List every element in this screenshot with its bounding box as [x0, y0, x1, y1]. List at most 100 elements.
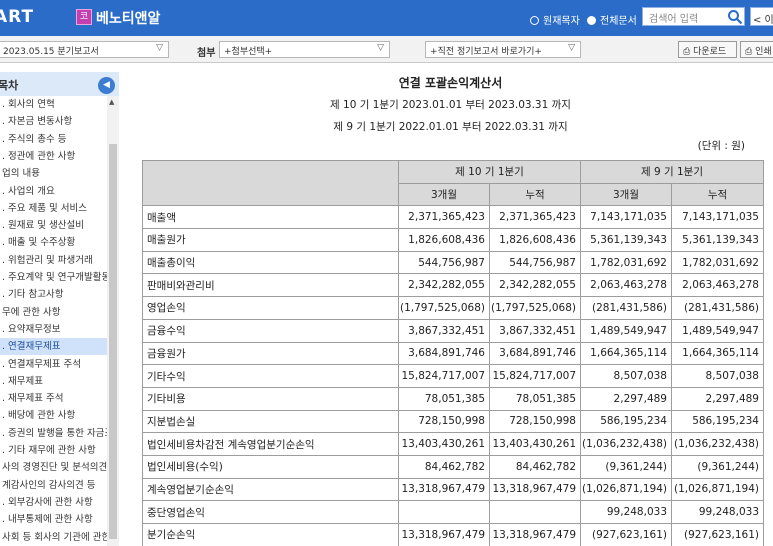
- amount-cell: (1,026,871,194): [671, 477, 764, 502]
- account-name: 매출총이익: [142, 250, 399, 275]
- amount-cell: 1,782,031,692: [671, 250, 764, 275]
- amount-cell: 15,824,717,007: [398, 364, 490, 388]
- amount-cell: 1,664,365,114: [671, 341, 764, 366]
- sidebar-toc: 목차 ◀ . 회사의 연혁. 자본금 변동사항. 주식의 총수 등. 정관에 관…: [0, 72, 119, 546]
- account-name: 계속영업분기순손익: [142, 477, 399, 502]
- toc-item[interactable]: . 회사의 연혁: [0, 96, 107, 113]
- attach-label: 첨부: [197, 48, 216, 59]
- toc-item[interactable]: . 정관에 관한 사항: [0, 148, 107, 165]
- scroll-thumb[interactable]: [109, 144, 117, 539]
- amount-cell: [489, 500, 581, 524]
- toc-item[interactable]: . 기타 참고사항: [0, 286, 107, 303]
- amount-cell: 78,051,385: [489, 386, 581, 411]
- amount-cell: (1,797,525,068): [398, 296, 490, 320]
- table-row: 법인세비용(수익) 84,462,782 84,462,782 (9,361,244)…: [142, 454, 764, 479]
- statement-title: 연결 포괄손익계산서: [398, 76, 503, 90]
- toc-item[interactable]: 사회 등 회사의 기관에 관한: [0, 529, 107, 546]
- toc-item[interactable]: . 위험관리 및 파생거래: [0, 252, 107, 269]
- amount-cell: 7,143,171,035: [671, 205, 764, 230]
- toc-item[interactable]: . 기타 재무에 관한 사항: [0, 442, 107, 459]
- amount-cell: 5,361,139,343: [580, 228, 672, 252]
- account-name: 매출원가: [142, 228, 399, 252]
- company-badge: 코: [76, 9, 92, 25]
- table-row: 매출원가 1,826,608,436 1,826,608,436 5,361,139,…: [142, 228, 764, 252]
- amount-cell: 8,507,038: [580, 364, 672, 388]
- account-name: 중단영업손익: [142, 500, 399, 524]
- table-row: 분기순손익 13,318,967,479 13,318,967,479 (927,62…: [142, 523, 764, 546]
- table-row: 중단영업손익 99,248,033 99,248,033: [142, 500, 764, 524]
- search-icon[interactable]: [727, 9, 743, 25]
- toc-item[interactable]: . 증권의 발행을 통한 자금조: [0, 425, 107, 442]
- account-name: 금융원가: [142, 341, 399, 366]
- download-button[interactable]: ⎙ 다운로드: [678, 41, 737, 58]
- table-row: 매출액 2,371,365,423 2,371,365,423 7,143,171,0…: [142, 205, 764, 230]
- toc-item[interactable]: . 매출 및 수주상황: [0, 234, 107, 251]
- toc-item[interactable]: . 재무제표: [0, 373, 107, 390]
- toc-item[interactable]: . 주식의 총수 등: [0, 131, 107, 148]
- account-name: 기타수익: [142, 364, 399, 388]
- report-select-value: 2023.05.15 분기보고서: [3, 47, 99, 57]
- toc-item[interactable]: 업의 내용: [0, 165, 107, 182]
- period-previous: 제 9 기 1분기 2022.01.01 부터 2022.03.31 까지: [333, 121, 568, 133]
- toc-item[interactable]: . 주요 제품 및 서비스: [0, 200, 107, 217]
- toc-item[interactable]: . 외부감사에 관한 사항: [0, 494, 107, 511]
- toc-item[interactable]: . 재무제표 주석: [0, 390, 107, 407]
- toc-item[interactable]: . 연결재무제표 주석: [0, 356, 107, 373]
- radio-company-docs[interactable]: 원재목자: [530, 12, 580, 27]
- amount-cell: 84,462,782: [398, 454, 490, 479]
- toc-item[interactable]: . 연결재무제표: [0, 338, 107, 356]
- radio-all-label: 전체문서: [600, 16, 637, 27]
- attach-select[interactable]: +첨부선택+ ▽: [219, 41, 390, 58]
- toc-item[interactable]: . 주요계약 및 연구개발활동: [0, 269, 107, 286]
- prev-button[interactable]: < 이전: [750, 7, 773, 26]
- amount-cell: (927,623,161): [580, 523, 672, 546]
- amount-cell: 7,143,171,035: [580, 205, 672, 230]
- amount-cell: (9,361,244): [671, 454, 764, 479]
- related-report-select[interactable]: +직전 정기보고서 바로가기+ ▽: [425, 41, 581, 58]
- toc-item[interactable]: 사의 경영진단 및 분석의견: [0, 459, 107, 476]
- table-row: 계속영업분기순손익 13,318,967,479 13,318,967,479 (1,…: [142, 477, 764, 502]
- amount-cell: [398, 500, 490, 524]
- header-current-period: 제 10 기 1분기: [398, 160, 581, 184]
- amount-cell: 13,403,430,261: [489, 432, 581, 456]
- toc-list: . 회사의 연혁. 자본금 변동사항. 주식의 총수 등. 정관에 관한 사항 업…: [0, 96, 107, 546]
- amount-cell: (1,036,232,438): [580, 432, 672, 456]
- radio-off-icon: [530, 16, 539, 25]
- statement-view: 연결 포괄손익계산서 제 10 기 1분기 2023.01.01 부터 2023…: [128, 72, 773, 546]
- toc-item[interactable]: . 사업의 개요: [0, 183, 107, 200]
- print-label: 인쇄: [755, 47, 772, 57]
- brand-logo[interactable]: ART: [0, 7, 34, 27]
- table-row: 판매비와관리비 2,342,282,055 2,342,282,055 2,063,4…: [142, 273, 764, 298]
- company-name: 베노티앤알: [96, 11, 161, 27]
- amount-cell: 5,361,139,343: [671, 228, 764, 252]
- toc-item[interactable]: . 원재료 및 생산설비: [0, 217, 107, 234]
- amount-cell: 3,867,332,451: [398, 318, 490, 343]
- chevron-down-icon: ▽: [156, 43, 163, 53]
- chevron-down-icon: ▽: [377, 43, 384, 53]
- amount-cell: (927,623,161): [671, 523, 764, 546]
- scroll-up-icon[interactable]: ▲: [109, 98, 114, 106]
- account-name: 영업손익: [142, 296, 399, 320]
- report-select[interactable]: 2023.05.15 분기보고서 ▽: [0, 41, 169, 58]
- amount-cell: 3,867,332,451: [489, 318, 581, 343]
- amount-cell: 728,150,998: [489, 409, 581, 434]
- amount-cell: 99,248,033: [580, 500, 672, 524]
- amount-cell: 2,297,489: [671, 386, 764, 411]
- amount-cell: 586,195,234: [671, 409, 764, 434]
- chevron-left-icon[interactable]: ◀: [98, 77, 115, 94]
- toc-item[interactable]: . 자본금 변동사항: [0, 113, 107, 130]
- account-name: 판매비와관리비: [142, 273, 399, 298]
- amount-cell: 84,462,782: [489, 454, 581, 479]
- table-row: 매출총이익 544,756,987 544,756,987 1,782,031,692…: [142, 250, 764, 275]
- radio-all-docs[interactable]: 전체문서: [587, 12, 637, 27]
- amount-cell: 99,248,033: [671, 500, 764, 524]
- sidebar-scrollbar[interactable]: ▲: [107, 96, 119, 546]
- print-button[interactable]: ⎙ 인쇄: [740, 41, 773, 58]
- toc-item[interactable]: . 배당에 관한 사항: [0, 407, 107, 424]
- toc-item[interactable]: 계감사인의 감사의견 등: [0, 477, 107, 494]
- print-icon: ⎙: [745, 47, 756, 57]
- amount-cell: 2,297,489: [580, 386, 672, 411]
- toc-item[interactable]: . 내부통제에 관한 사항: [0, 511, 107, 528]
- toc-item[interactable]: 무에 관한 사항: [0, 304, 107, 321]
- toc-item[interactable]: . 요약재무정보: [0, 321, 107, 338]
